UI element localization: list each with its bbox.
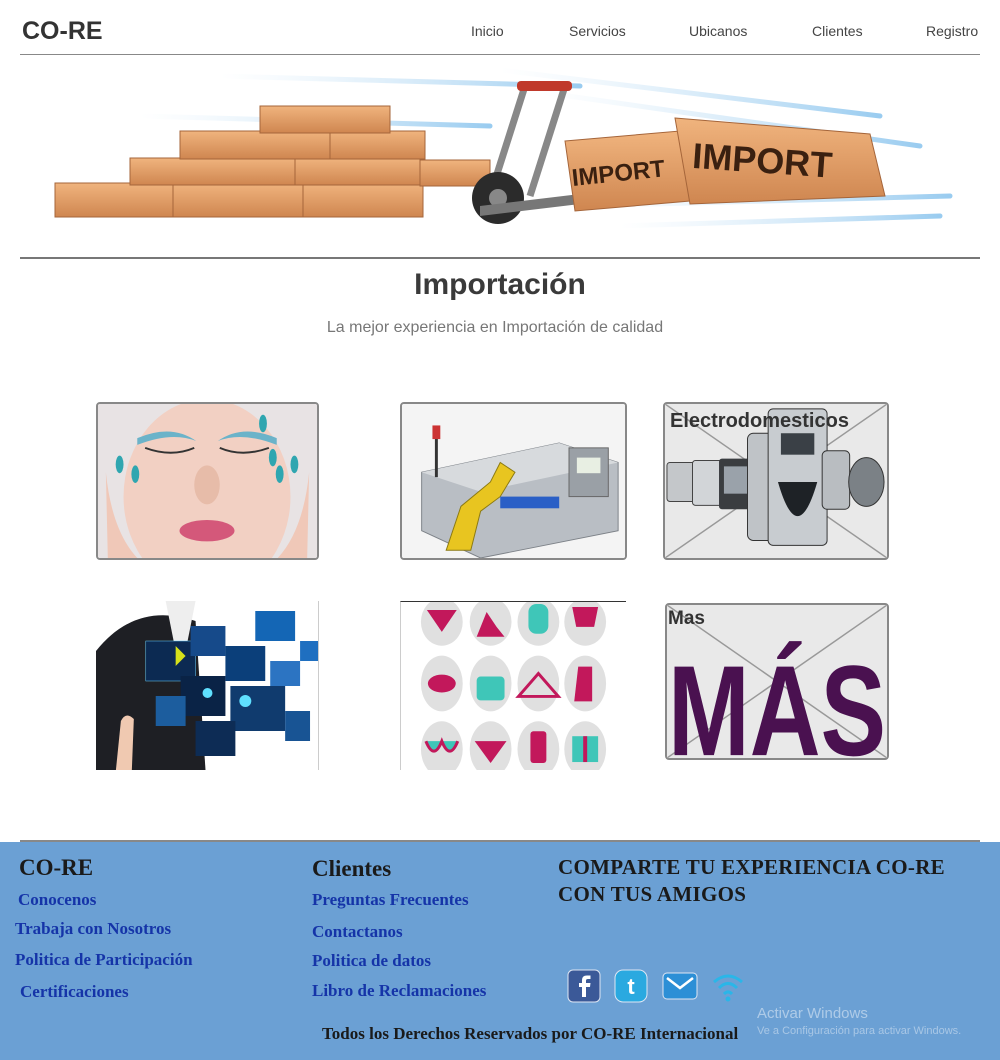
mail-icon[interactable] [662, 969, 698, 1003]
tile-electrodomesticos[interactable]: Electrodomesticos [663, 402, 889, 560]
footer-copyright: Todos los Derechos Reservados por CO-RE … [322, 1024, 739, 1043]
tile-moda[interactable] [400, 601, 626, 770]
tile-maquinaria[interactable] [400, 402, 627, 560]
facebook-icon[interactable] [567, 969, 601, 1003]
page-subtitle: La mejor experiencia en Importación de c… [326, 319, 664, 336]
svg-text:t: t [627, 974, 635, 999]
site-logo[interactable]: CO-RE [22, 17, 103, 46]
tile-electrodomesticos-label: Electrodomesticos [670, 410, 849, 432]
wifi-icon[interactable] [711, 969, 745, 1003]
mas-big-text: MÁS [668, 640, 886, 758]
footer-link-libro-reclamaciones[interactable]: Libro de Reclamaciones [312, 981, 486, 1001]
tile-tecnologia[interactable] [96, 601, 319, 770]
import-boxes-image: IMPORT IMPORT [54, 67, 953, 229]
footer-link-politica-datos[interactable]: Politica de datos [312, 951, 431, 971]
footer-share-heading: COMPARTE TU EXPERIENCIA CO-RE CON TUS AM… [558, 854, 945, 908]
cosmetics-face-image [98, 404, 317, 558]
tile-mas-label: Mas [668, 608, 705, 629]
nav-inicio[interactable]: Inicio [471, 23, 504, 39]
footer-link-certificaciones[interactable]: Certificaciones [20, 982, 129, 1002]
footer-col2-title: Clientes [312, 856, 392, 881]
hero-banner: IMPORT IMPORT [20, 56, 980, 259]
tile-mas[interactable]: Mas MÁS [665, 603, 889, 760]
nav-ubicanos[interactable]: Ubicanos [689, 23, 747, 39]
footer-link-politica-participacion[interactable]: Politica de Participación [15, 950, 193, 970]
windows-activation-subtitle: Ve a Configuración para activar Windows. [757, 1025, 962, 1037]
nav-servicios[interactable]: Servicios [569, 23, 626, 39]
footer-link-trabaja[interactable]: Trabaja con Nosotros [15, 919, 171, 939]
windows-activation-title: Activar Windows [757, 1005, 868, 1022]
site-footer: CO-RE Conocenos Trabaja con Nosotros Pol… [0, 842, 1000, 1060]
industrial-machine-image [402, 404, 625, 558]
nav-clientes[interactable]: Clientes [812, 23, 863, 39]
footer-share-line2: CON TUS AMIGOS [558, 882, 747, 906]
twitter-icon[interactable]: t [614, 969, 648, 1003]
nav-registro[interactable]: Registro [926, 23, 978, 39]
page-title: Importación [414, 268, 586, 301]
footer-col1-title: CO-RE [19, 855, 94, 880]
tile-cosmeticos[interactable] [96, 402, 319, 560]
footer-link-conocenos[interactable]: Conocenos [18, 890, 96, 910]
footer-link-contactanos[interactable]: Contactanos [312, 922, 403, 942]
technology-businessman-image [96, 601, 318, 770]
site-header: CO-RE Inicio Servicios Ubicanos Clientes… [20, 0, 980, 55]
footer-link-preguntas[interactable]: Preguntas Frecuentes [312, 890, 469, 910]
fashion-icons-image [401, 602, 626, 770]
footer-share-line1: COMPARTE TU EXPERIENCIA CO-RE [558, 855, 945, 879]
